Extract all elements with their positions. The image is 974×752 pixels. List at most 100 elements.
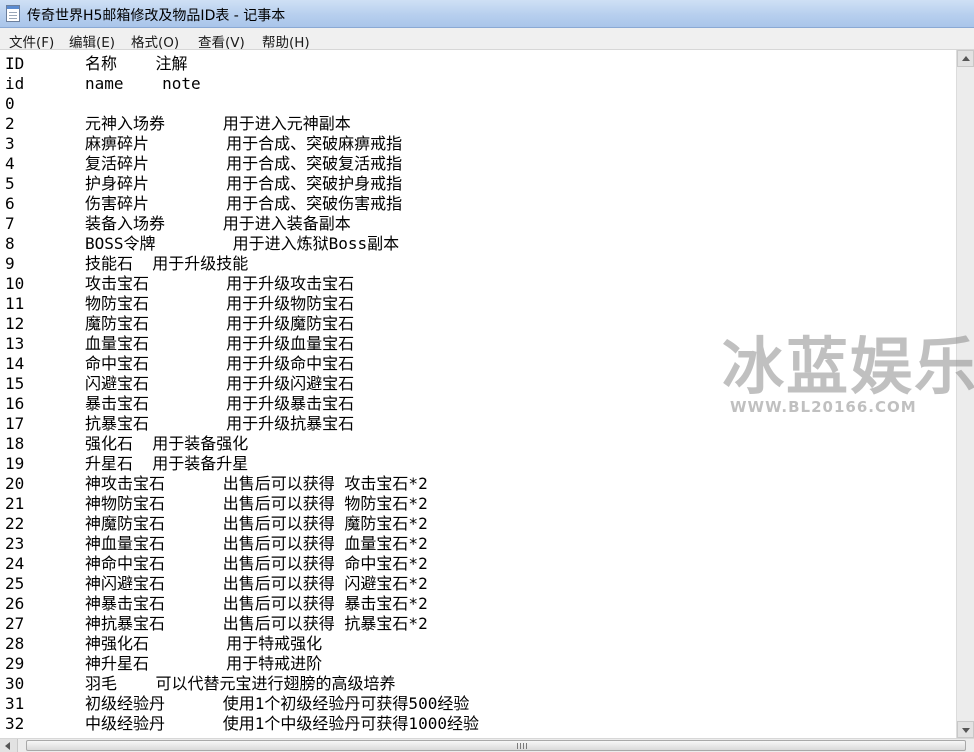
item-id: 7 [5, 214, 15, 233]
text-line: 26 神暴击宝石 出售后可以获得 暴击宝石*2 [0, 594, 956, 614]
item-text: 护身碎片 用于合成、突破护身戒指 [85, 174, 403, 193]
text-line: 18 强化石 用于装备强化 [0, 434, 956, 454]
item-id: 31 [5, 694, 25, 713]
item-id: 12 [5, 314, 25, 333]
item-text: 血量宝石 用于升级血量宝石 [85, 334, 355, 353]
text-line: 28 神强化石 用于特戒强化 [0, 634, 956, 654]
text-line: 30 羽毛 可以代替元宝进行翅膀的高级培养 [0, 674, 956, 694]
item-text: 神血量宝石 出售后可以获得 血量宝石*2 [85, 534, 428, 553]
item-id: 32 [5, 714, 25, 733]
title-bar[interactable]: 传奇世界H5邮箱修改及物品ID表 - 记事本 [0, 0, 974, 28]
item-text: 神攻击宝石 出售后可以获得 攻击宝石*2 [85, 474, 428, 493]
text-line: 9 技能石 用于升级技能 [0, 254, 956, 274]
item-text: 强化石 用于装备强化 [85, 434, 249, 453]
item-text: 装备入场券 用于进入装备副本 [85, 214, 351, 233]
menu-view[interactable]: 查看(V) [198, 31, 245, 51]
item-text: 神命中宝石 出售后可以获得 命中宝石*2 [85, 554, 428, 573]
scroll-down-icon[interactable] [957, 721, 974, 738]
item-text: 闪避宝石 用于升级闪避宝石 [85, 374, 355, 393]
item-text: 神闪避宝石 出售后可以获得 闪避宝石*2 [85, 574, 428, 593]
item-id: 18 [5, 434, 25, 453]
text-line: 29 神升星石 用于特戒进阶 [0, 654, 956, 674]
scroll-up-icon[interactable] [957, 50, 974, 67]
item-text: 伤害碎片 用于合成、突破伤害戒指 [85, 194, 403, 213]
text-line: 22 神魔防宝石 出售后可以获得 魔防宝石*2 [0, 514, 956, 534]
item-text: 魔防宝石 用于升级魔防宝石 [85, 314, 355, 333]
text-line: 6 伤害碎片 用于合成、突破伤害戒指 [0, 194, 956, 214]
item-text: 技能石 用于升级技能 [85, 254, 249, 273]
item-text: 复活碎片 用于合成、突破复活戒指 [85, 154, 403, 173]
item-text: 元神入场券 用于进入元神副本 [85, 114, 351, 133]
window-title: 传奇世界H5邮箱修改及物品ID表 - 记事本 [27, 8, 286, 24]
item-id: 3 [5, 134, 15, 153]
text-line: 19 升星石 用于装备升星 [0, 454, 956, 474]
item-id: 23 [5, 534, 25, 553]
text-line: 32 中级经验丹 使用1个中级经验丹可获得1000经验 [0, 714, 956, 734]
item-text: 神暴击宝石 出售后可以获得 暴击宝石*2 [85, 594, 428, 613]
item-id: 16 [5, 394, 25, 413]
item-id: 24 [5, 554, 25, 573]
item-id: 14 [5, 354, 25, 373]
text-line: 4 复活碎片 用于合成、突破复活戒指 [0, 154, 956, 174]
text-line: 11 物防宝石 用于升级物防宝石 [0, 294, 956, 314]
item-id: 6 [5, 194, 15, 213]
item-id: 21 [5, 494, 25, 513]
text-line: 8 BOSS令牌 用于进入炼狱Boss副本 [0, 234, 956, 254]
text-line: 7 装备入场券 用于进入装备副本 [0, 214, 956, 234]
menu-help[interactable]: 帮助(H) [262, 31, 310, 51]
item-text: BOSS令牌 用于进入炼狱Boss副本 [85, 234, 400, 253]
menu-format[interactable]: 格式(O) [131, 31, 179, 51]
text-line: 10 攻击宝石 用于升级攻击宝石 [0, 274, 956, 294]
text-line: 27 神抗暴宝石 出售后可以获得 抗暴宝石*2 [0, 614, 956, 634]
text-editor[interactable]: ID 名称 注解 id name note 0 2 元神入场券 用于进入元神副本 3 麻痹碎片 … [0, 50, 956, 738]
item-id: 22 [5, 514, 25, 533]
text-line: 31 初级经验丹 使用1个初级经验丹可获得500经验 [0, 694, 956, 714]
item-text: 抗暴宝石 用于升级抗暴宝石 [85, 414, 355, 433]
item-id: 10 [5, 274, 25, 293]
item-text: 初级经验丹 使用1个初级经验丹可获得500经验 [85, 694, 470, 713]
item-id: 25 [5, 574, 25, 593]
text-line: 13 血量宝石 用于升级血量宝石 [0, 334, 956, 354]
text-line: 5 护身碎片 用于合成、突破护身戒指 [0, 174, 956, 194]
item-id: 13 [5, 334, 25, 353]
vertical-scrollbar[interactable] [956, 50, 974, 738]
item-id: 30 [5, 674, 25, 693]
item-id: 8 [5, 234, 15, 253]
text-line: 24 神命中宝石 出售后可以获得 命中宝石*2 [0, 554, 956, 574]
item-text: 中级经验丹 使用1个中级经验丹可获得1000经验 [85, 714, 479, 733]
horizontal-scrollbar[interactable] [0, 738, 974, 752]
item-id: 2 [5, 114, 15, 133]
text-line: 14 命中宝石 用于升级命中宝石 [0, 354, 956, 374]
item-id: 17 [5, 414, 25, 433]
scroll-left-icon[interactable] [0, 739, 18, 752]
item-text: 名称 注解 [85, 54, 188, 73]
item-id: 15 [5, 374, 25, 393]
item-id: 27 [5, 614, 25, 633]
item-text: 物防宝石 用于升级物防宝石 [85, 294, 355, 313]
item-text: 麻痹碎片 用于合成、突破麻痹戒指 [85, 134, 403, 153]
item-id: 5 [5, 174, 15, 193]
item-id: 11 [5, 294, 25, 313]
item-id: 19 [5, 454, 25, 473]
notepad-icon [6, 5, 20, 22]
item-text: 神升星石 用于特戒进阶 [85, 654, 323, 673]
item-id: 29 [5, 654, 25, 673]
item-text: 神强化石 用于特戒强化 [85, 634, 323, 653]
item-text: 神物防宝石 出售后可以获得 物防宝石*2 [85, 494, 428, 513]
menu-edit[interactable]: 编辑(E) [69, 31, 115, 51]
item-id: 20 [5, 474, 25, 493]
item-id: 26 [5, 594, 25, 613]
text-line: id name note [0, 74, 956, 94]
menu-file[interactable]: 文件(F) [9, 31, 54, 51]
item-id: id [5, 74, 25, 93]
text-line: 20 神攻击宝石 出售后可以获得 攻击宝石*2 [0, 474, 956, 494]
item-id: 28 [5, 634, 25, 653]
item-text: name note [85, 74, 201, 93]
horizontal-scroll-thumb[interactable] [26, 740, 966, 751]
item-text: 攻击宝石 用于升级攻击宝石 [85, 274, 355, 293]
text-line: ID 名称 注解 [0, 54, 956, 74]
text-line: 3 麻痹碎片 用于合成、突破麻痹戒指 [0, 134, 956, 154]
item-text: 神魔防宝石 出售后可以获得 魔防宝石*2 [85, 514, 428, 533]
menu-bar: 文件(F) 编辑(E) 格式(O) 查看(V) 帮助(H) [0, 28, 974, 51]
item-text: 羽毛 可以代替元宝进行翅膀的高级培养 [85, 674, 396, 693]
